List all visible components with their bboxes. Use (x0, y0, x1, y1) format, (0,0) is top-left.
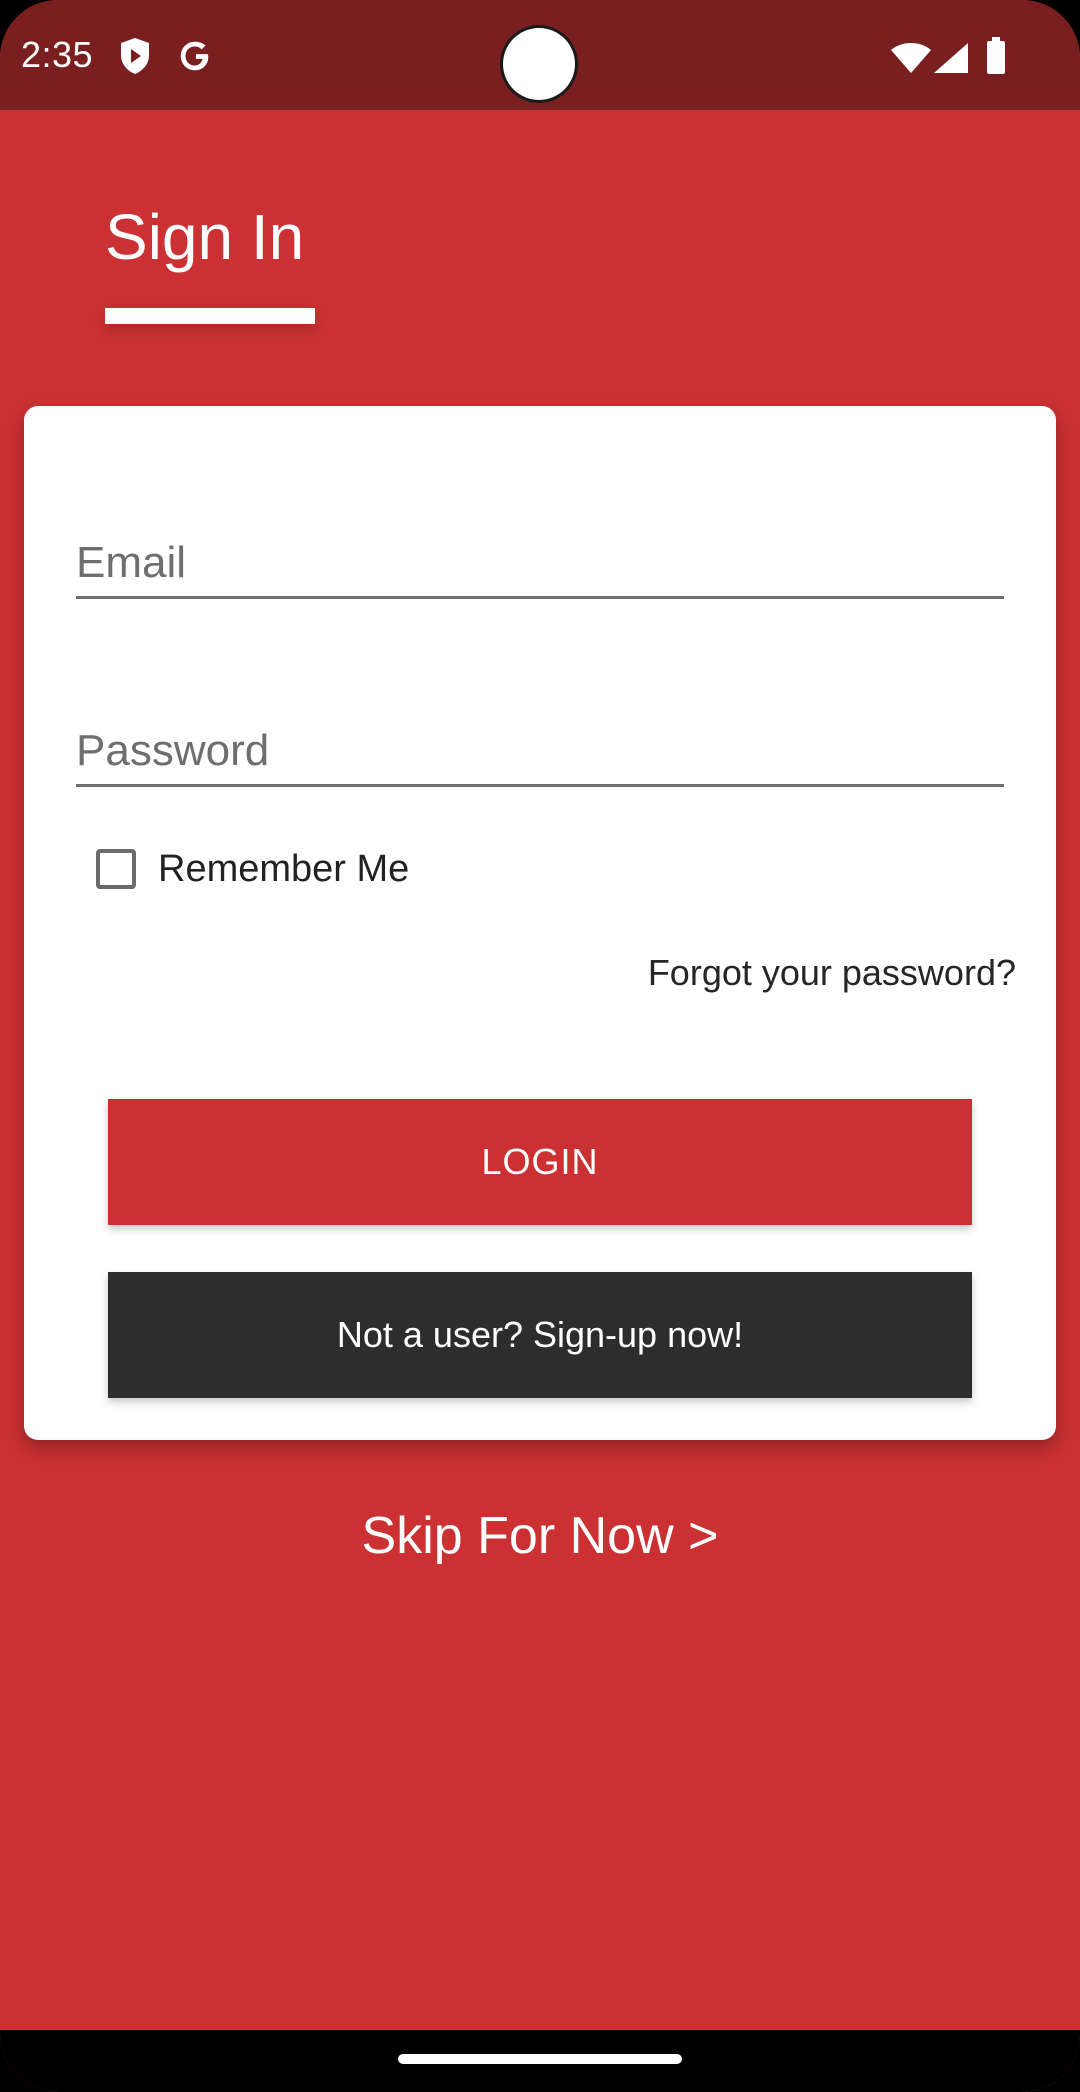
wifi-icon (891, 43, 931, 73)
battery-icon (987, 37, 1005, 74)
remember-me-checkbox[interactable] (96, 849, 136, 889)
app-screen: 2:35 Sign In Email Remember Me Forgot yo… (0, 0, 1080, 2092)
status-time: 2:35 (21, 34, 94, 75)
tab-sign-in-label: Sign In (105, 201, 305, 273)
login-card: Remember Me Forgot your password? LOGIN … (24, 406, 1056, 1440)
navigation-bar (0, 2030, 1080, 2092)
password-field[interactable] (76, 726, 1004, 776)
tab-sign-in[interactable]: Sign In (105, 200, 315, 330)
google-icon (180, 41, 209, 71)
camera-cutout (503, 28, 575, 100)
login-button[interactable]: LOGIN (108, 1099, 972, 1225)
signup-button[interactable]: Not a user? Sign-up now! (108, 1272, 972, 1398)
shield-icon (121, 38, 149, 74)
forgot-password-link[interactable]: Forgot your password? (648, 952, 1016, 994)
tab-active-indicator (105, 308, 315, 324)
home-indicator[interactable] (398, 2054, 682, 2064)
skip-for-now-link[interactable]: Skip For Now > (0, 1506, 1080, 1566)
remember-me-label: Remember Me (158, 847, 410, 890)
password-field-container (76, 704, 1004, 787)
status-bar: 2:35 (0, 0, 1080, 110)
signal-icon (934, 43, 968, 73)
remember-me-row[interactable]: Remember Me (96, 844, 409, 894)
email-field-container (76, 516, 1004, 599)
email-field[interactable] (76, 538, 1004, 588)
